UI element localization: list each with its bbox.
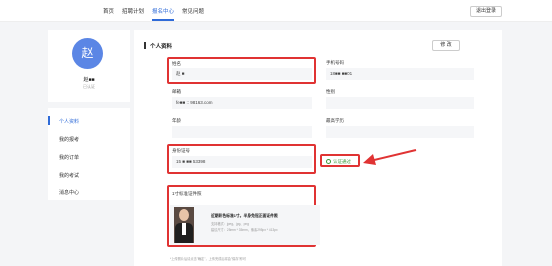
id-field: 15 ■ ■■ 53398: [172, 156, 312, 168]
section-title: 个人资料: [150, 44, 173, 50]
sidebar-item-profile[interactable]: 个人资料: [59, 118, 79, 125]
education-field: [326, 126, 474, 138]
sidebar-item-my-applications[interactable]: 我的报考: [59, 136, 79, 143]
upload-footer-note: *上传照片后请点击"确定"，上传完成后将会"保存"即可: [170, 257, 246, 261]
verify-status-text: 认证通过: [333, 159, 351, 164]
id-photo-shirt: [182, 223, 186, 235]
photo-label: 1寸标准证件照: [172, 191, 202, 196]
id-label: 身份证号: [172, 148, 190, 153]
phone-label: 手机号码: [326, 60, 344, 65]
sidebar-item-messages[interactable]: 消息中心: [59, 189, 79, 196]
nav-active-indicator: [152, 19, 174, 21]
photo-format-note: 支持格式：jpeg、jpg、png: [211, 222, 249, 226]
age-label: 年龄: [172, 118, 181, 123]
education-label: 最高学历: [326, 118, 344, 123]
edit-button[interactable]: 修 改: [432, 40, 460, 51]
nav-registration-center[interactable]: 报名中心: [152, 7, 174, 15]
menu-active-indicator: [48, 116, 50, 125]
avatar: 赵: [72, 38, 103, 69]
gender-label: 性别: [326, 89, 335, 94]
profile-status: 已认证: [83, 84, 95, 89]
section-marker: [144, 42, 146, 49]
nav-home[interactable]: 首页: [103, 7, 114, 15]
logout-button[interactable]: 退出登录: [470, 6, 502, 17]
check-circle-icon: [326, 159, 331, 165]
id-photo-head: [179, 209, 189, 221]
arrow-annotation-icon: [363, 149, 417, 165]
age-field: [172, 126, 312, 138]
sidebar-item-my-orders[interactable]: 我的订单: [59, 154, 79, 161]
sidebar-item-my-exams[interactable]: 我的考试: [59, 172, 79, 179]
gender-field: [326, 97, 474, 109]
nav-recruitment-plan[interactable]: 招聘计划: [122, 7, 144, 15]
photo-size-note: 建议尺寸：25mm * 35mm，像素295px * 413px: [211, 228, 278, 232]
phone-field: 18■■ ■■01: [326, 68, 474, 80]
name-label: 姓名: [172, 61, 181, 66]
name-field: 赵 ■: [172, 68, 312, 80]
photo-requirement-title: 近期彩色标准1寸。半身免冠正面证件照: [211, 214, 278, 218]
verify-status: 认证通过: [326, 159, 351, 165]
email-field: fe■■ :: 98163.com: [172, 97, 312, 109]
nav-faq[interactable]: 常见问题: [182, 7, 204, 15]
profile-name: 赵■■: [83, 77, 95, 83]
email-label: 邮箱: [172, 89, 181, 94]
